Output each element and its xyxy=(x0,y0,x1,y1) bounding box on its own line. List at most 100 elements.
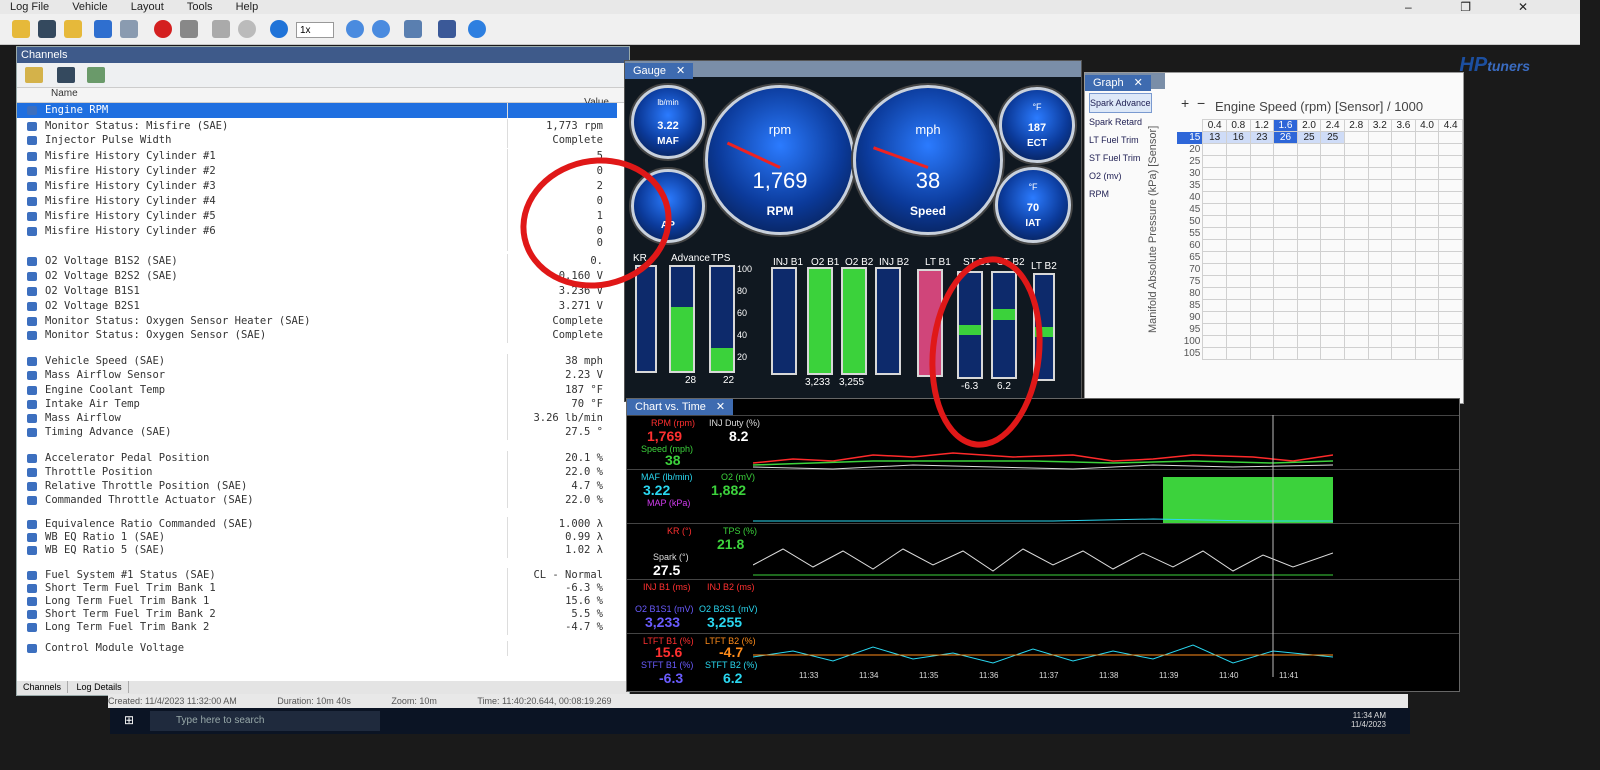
map-cell[interactable] xyxy=(1202,311,1227,324)
map-cell[interactable] xyxy=(1273,263,1298,276)
map-cell[interactable] xyxy=(1343,287,1369,300)
map-cell[interactable] xyxy=(1296,191,1322,204)
map-cell[interactable] xyxy=(1414,251,1440,264)
map-cell[interactable] xyxy=(1296,299,1322,312)
map-cell[interactable] xyxy=(1438,275,1463,288)
map-cell[interactable] xyxy=(1249,323,1275,336)
map-cell[interactable] xyxy=(1438,203,1463,216)
map-cell[interactable] xyxy=(1225,143,1251,156)
map-cell[interactable] xyxy=(1391,167,1416,180)
map-cell[interactable] xyxy=(1202,323,1227,336)
map-cell[interactable]: 23 xyxy=(1249,131,1275,144)
map-cell[interactable] xyxy=(1343,227,1369,240)
map-cell[interactable] xyxy=(1367,143,1393,156)
map-cell[interactable] xyxy=(1391,275,1416,288)
map-cell[interactable] xyxy=(1391,143,1416,156)
tab-gauge[interactable]: Gauge ✕ xyxy=(625,63,694,79)
map-cell[interactable] xyxy=(1391,299,1416,312)
map-cell[interactable] xyxy=(1438,287,1463,300)
map-cell[interactable] xyxy=(1249,347,1275,360)
graph-item-spark-advance[interactable]: Spark Advance xyxy=(1089,93,1152,113)
open-folder-icon[interactable] xyxy=(12,20,30,38)
map-cell[interactable] xyxy=(1367,131,1393,144)
map-cell[interactable] xyxy=(1202,275,1227,288)
map-cell[interactable] xyxy=(1438,263,1463,276)
map-cell[interactable] xyxy=(1343,347,1369,360)
map-cell[interactable] xyxy=(1320,263,1345,276)
map-cell[interactable] xyxy=(1391,215,1416,228)
map-cell[interactable] xyxy=(1225,191,1251,204)
map-cell[interactable] xyxy=(1414,131,1440,144)
map-cell[interactable] xyxy=(1202,167,1227,180)
zoom-in-icon[interactable] xyxy=(346,20,364,38)
channel-row[interactable]: Relative Throttle Position (SAE) 4.7 % xyxy=(17,479,617,494)
menu-layout[interactable]: Layout xyxy=(121,0,174,14)
map-cell[interactable] xyxy=(1391,203,1416,216)
map-cell[interactable] xyxy=(1391,155,1416,168)
channel-row[interactable]: Control Module Voltage xyxy=(17,641,617,656)
map-cell[interactable] xyxy=(1273,323,1298,336)
map-cell[interactable]: 16 xyxy=(1225,131,1251,144)
map-cell[interactable] xyxy=(1225,335,1251,348)
map-cell[interactable] xyxy=(1320,299,1345,312)
map-cell[interactable] xyxy=(1438,191,1463,204)
map-cell[interactable] xyxy=(1414,167,1440,180)
map-cell[interactable] xyxy=(1391,251,1416,264)
maximize-icon[interactable]: ❐ xyxy=(1439,0,1493,14)
map-cell[interactable] xyxy=(1273,179,1298,192)
map-cell[interactable] xyxy=(1320,311,1345,324)
map-cell[interactable] xyxy=(1296,263,1322,276)
map-cell[interactable] xyxy=(1367,335,1393,348)
channel-row[interactable]: Injector Pulse Width Complete xyxy=(17,133,617,148)
map-cell[interactable] xyxy=(1202,215,1227,228)
tab-log-details[interactable]: Log Details xyxy=(71,681,129,693)
channel-row[interactable]: O2 Voltage B1S2 (SAE) 0. xyxy=(17,254,617,269)
zoom-out-icon[interactable] xyxy=(372,20,390,38)
graph-item-lt-fuel-trim[interactable]: LT Fuel Trim xyxy=(1089,131,1152,149)
channel-row[interactable]: Long Term Fuel Trim Bank 2 -4.7 % xyxy=(17,620,617,635)
map-cell[interactable] xyxy=(1225,311,1251,324)
map-cell[interactable] xyxy=(1414,143,1440,156)
tab-graph[interactable]: Graph ✕ xyxy=(1085,75,1151,91)
map-cell[interactable] xyxy=(1249,167,1275,180)
map-cell[interactable] xyxy=(1296,239,1322,252)
map-cell[interactable] xyxy=(1438,311,1463,324)
map-cell[interactable] xyxy=(1438,167,1463,180)
map-cell[interactable] xyxy=(1438,143,1463,156)
folder-icon[interactable] xyxy=(64,20,82,38)
map-cell[interactable] xyxy=(1438,215,1463,228)
map-cell[interactable] xyxy=(1296,167,1322,180)
channel-row[interactable]: Engine RPM xyxy=(17,103,617,118)
map-cell[interactable] xyxy=(1273,167,1298,180)
map-cell[interactable] xyxy=(1438,179,1463,192)
remove-icon[interactable]: − xyxy=(1197,95,1205,111)
channel-row[interactable]: Monitor Status: Misfire (SAE) 1,773 rpm xyxy=(17,119,617,134)
map-cell[interactable] xyxy=(1414,179,1440,192)
map-cell[interactable] xyxy=(1414,191,1440,204)
menu-vehicle[interactable]: Vehicle xyxy=(62,0,117,14)
channel-row[interactable]: Commanded Throttle Actuator (SAE) 22.0 % xyxy=(17,493,617,508)
power-icon[interactable] xyxy=(238,20,256,38)
map-cell[interactable] xyxy=(1296,179,1322,192)
map-cell[interactable] xyxy=(1273,311,1298,324)
map-cell[interactable] xyxy=(1343,335,1369,348)
map-cell[interactable] xyxy=(1249,143,1275,156)
map-cell[interactable] xyxy=(1438,155,1463,168)
map-cell[interactable] xyxy=(1414,287,1440,300)
channel-row[interactable]: Misfire History Cylinder #2 0 xyxy=(17,164,617,179)
map-cell[interactable] xyxy=(1296,323,1322,336)
map-cell[interactable] xyxy=(1343,299,1369,312)
map-cell[interactable] xyxy=(1225,239,1251,252)
map-cell[interactable] xyxy=(1438,251,1463,264)
map-cell[interactable] xyxy=(1249,275,1275,288)
map-cell[interactable] xyxy=(1225,155,1251,168)
map-cell[interactable] xyxy=(1438,347,1463,360)
map-cell[interactable] xyxy=(1343,143,1369,156)
channel-row[interactable]: Timing Advance (SAE) 27.5 ° xyxy=(17,425,617,440)
map-cell[interactable]: 26 xyxy=(1273,131,1298,144)
map-cell[interactable] xyxy=(1414,275,1440,288)
map-cell[interactable] xyxy=(1202,191,1227,204)
map-cell[interactable] xyxy=(1273,239,1298,252)
taskbar-clock[interactable]: 11:34 AM 11/4/2023 xyxy=(1351,711,1386,729)
map-cell[interactable] xyxy=(1273,143,1298,156)
